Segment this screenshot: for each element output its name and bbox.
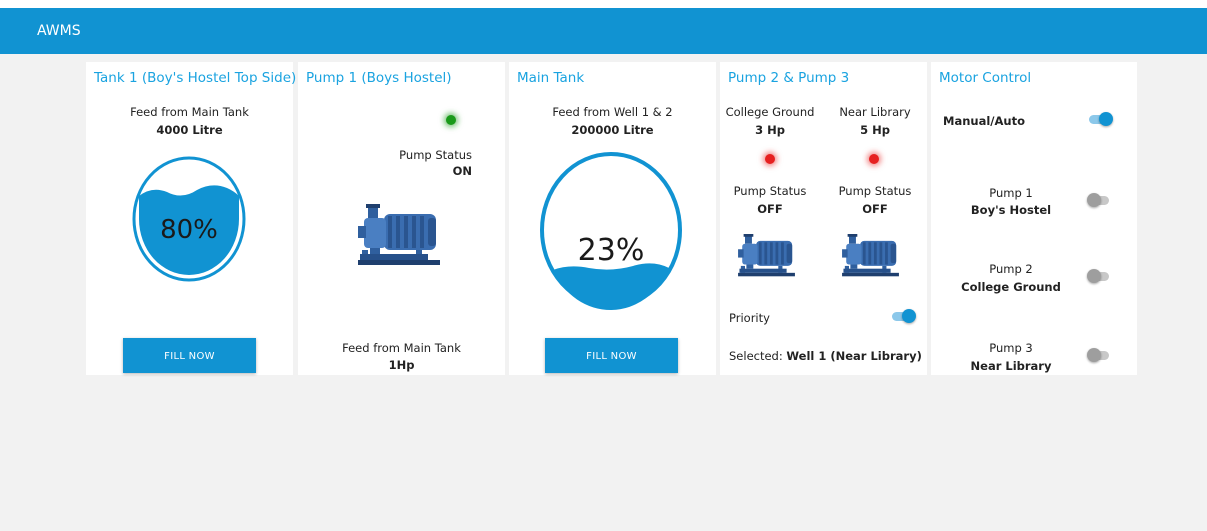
tank-level-text: 23% [578, 233, 645, 268]
pump3-status-value: OFF [862, 202, 888, 216]
priority-toggle[interactable] [890, 309, 916, 323]
selected-label: Selected: [729, 349, 787, 363]
toggle-knob [902, 309, 916, 323]
window-top-strip [0, 0, 1207, 8]
pump-power: 1Hp [388, 358, 415, 372]
card-title: Tank 1 (Boy's Hostel Top Side) [94, 70, 297, 86]
pump2-name: Pump 2 [989, 262, 1033, 276]
red-led-icon [869, 154, 879, 164]
pump3-status-label: Pump Status [838, 184, 912, 198]
card-title: Motor Control [939, 70, 1032, 86]
pump3-location: Near Library [839, 105, 911, 119]
water-pump-icon [842, 234, 899, 277]
pump1-toggle[interactable] [1087, 193, 1113, 207]
tank-level-text: 80% [160, 215, 218, 245]
pump2-location: College Ground [961, 280, 1061, 294]
feed-label: Feed from Main Tank [342, 341, 461, 355]
red-led-icon [765, 154, 775, 164]
pump-status-value: ON [452, 164, 472, 178]
feed-label: Feed from Well 1 & 2 [552, 105, 673, 119]
card-title: Main Tank [517, 70, 585, 86]
pump1-location: Boy's Hostel [970, 203, 1052, 217]
tank-capacity: 200000 Litre [571, 123, 654, 137]
toggle-knob [1087, 269, 1101, 283]
water-pump-icon [738, 234, 795, 277]
pump23-card: Pump 2 & Pump 3 College Ground 3 Hp Near… [720, 62, 927, 375]
fill-now-button[interactable]: FILL NOW [123, 338, 256, 373]
toggle-knob [1087, 348, 1101, 362]
selected-value: Well 1 (Near Library) [786, 349, 922, 363]
pump-status-label: Pump Status [399, 148, 472, 162]
app-bar: AWMS [0, 8, 1207, 54]
pump3-power: 5 Hp [860, 123, 890, 137]
tank-level-gauge: 80% [132, 156, 246, 282]
motor-control-card: Motor Control Manual/Auto Pump 1 Boy's H… [931, 62, 1137, 375]
pump2-power: 3 Hp [755, 123, 785, 137]
tank-level-gauge: 23% [540, 152, 682, 311]
selected-well: Selected: Well 1 (Near Library) [729, 349, 922, 363]
green-led-icon [446, 115, 456, 125]
water-pump-icon [358, 204, 440, 265]
pump2-toggle[interactable] [1087, 269, 1113, 283]
pump2-status-label: Pump Status [733, 184, 807, 198]
pump2-status-value: OFF [757, 202, 783, 216]
pump3-toggle[interactable] [1087, 348, 1113, 362]
toggle-knob [1099, 112, 1113, 126]
tank1-card: Tank 1 (Boy's Hostel Top Side) Feed from… [86, 62, 297, 375]
card-title: Pump 2 & Pump 3 [728, 70, 850, 86]
card-title: Pump 1 (Boys Hostel) [306, 70, 452, 86]
pump2-location: College Ground [725, 105, 815, 119]
priority-label: Priority [729, 311, 770, 325]
manual-auto-toggle[interactable] [1087, 112, 1113, 126]
toggle-knob [1087, 193, 1101, 207]
feed-label: Feed from Main Tank [130, 105, 249, 119]
pump3-name: Pump 3 [989, 341, 1033, 355]
pump1-name: Pump 1 [989, 186, 1033, 200]
pump3-location: Near Library [970, 359, 1052, 373]
pump1-card: Pump 1 (Boys Hostel) Pump Status ON Feed… [298, 62, 505, 375]
main-tank-card: Main Tank Feed from Well 1 & 2 200000 Li… [509, 62, 716, 375]
tank-capacity: 4000 Litre [156, 123, 223, 137]
app-title: AWMS [37, 23, 81, 39]
fill-now-button[interactable]: FILL NOW [545, 338, 678, 373]
manual-auto-label: Manual/Auto [943, 114, 1025, 128]
